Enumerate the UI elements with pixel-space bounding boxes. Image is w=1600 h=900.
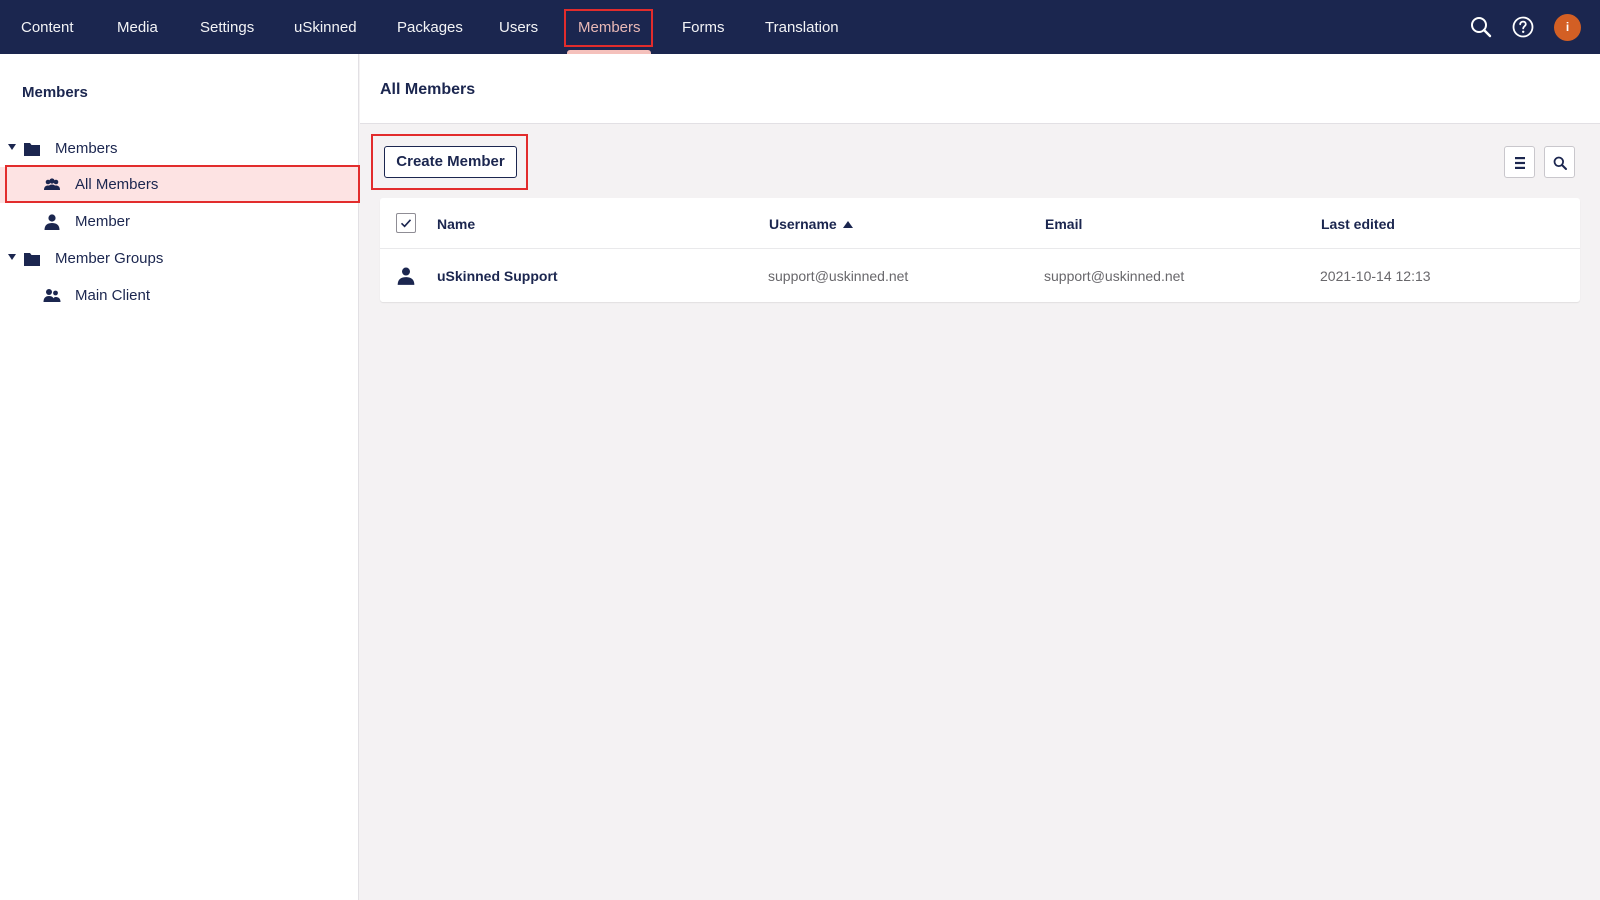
- select-all-checkbox[interactable]: [396, 213, 416, 233]
- nav-packages[interactable]: Packages: [397, 0, 463, 54]
- page-title: All Members: [380, 81, 476, 98]
- tree-item-member[interactable]: Member: [0, 204, 358, 240]
- member-email: support@uskinned.net: [1044, 268, 1185, 284]
- main-header: All Members: [360, 54, 1600, 124]
- tree-item-main-client[interactable]: Main Client: [0, 278, 358, 314]
- create-member-button[interactable]: Create Member: [384, 146, 517, 178]
- expand-caret-icon[interactable]: [8, 144, 16, 150]
- top-navigation: Content Media Settings uSkinned Packages…: [0, 0, 1600, 54]
- tree-item-label: Member Groups: [55, 250, 164, 267]
- member-name[interactable]: uSkinned Support: [437, 268, 558, 284]
- search-button[interactable]: [1544, 146, 1575, 178]
- member-username: support@uskinned.net: [768, 268, 909, 284]
- member-icon: [396, 266, 416, 286]
- search-icon[interactable]: [1469, 15, 1493, 39]
- member-group-icon: [43, 287, 61, 305]
- table-row[interactable]: uSkinned Support support@uskinned.net su…: [380, 250, 1580, 302]
- nav-uskinned[interactable]: uSkinned: [294, 0, 357, 54]
- tree-item-member-groups-folder[interactable]: Member Groups: [0, 241, 358, 277]
- column-header-email[interactable]: Email: [1045, 216, 1082, 232]
- nav-translation[interactable]: Translation: [765, 0, 839, 54]
- member-last-edited: 2021-10-14 12:13: [1320, 268, 1431, 284]
- members-nav-highlight: [564, 9, 653, 47]
- help-icon[interactable]: [1511, 15, 1535, 39]
- tree-item-label: Members: [55, 140, 118, 157]
- sidebar: Members Members All Members Member Membe…: [0, 54, 360, 900]
- sort-ascending-icon: [842, 221, 853, 228]
- sidebar-title: Members: [22, 84, 88, 101]
- expand-caret-icon[interactable]: [8, 254, 16, 260]
- tree-item-label: Main Client: [75, 287, 151, 304]
- column-header-label: Username: [769, 216, 837, 232]
- column-header-last-edited[interactable]: Last edited: [1321, 216, 1395, 232]
- tree-item-members-folder[interactable]: Members: [0, 131, 358, 167]
- tree-item-label: Member: [75, 213, 131, 230]
- list-view-icon: [1515, 157, 1525, 169]
- column-header-name[interactable]: Name: [437, 216, 475, 232]
- all-members-highlight: [5, 165, 360, 203]
- search-icon: [1553, 156, 1567, 170]
- members-table: Name Username Email Last edited uSkinned…: [380, 198, 1580, 302]
- list-view-button[interactable]: [1504, 146, 1535, 178]
- user-avatar[interactable]: i: [1554, 14, 1581, 41]
- folder-icon: [23, 250, 41, 268]
- member-icon: [43, 213, 61, 231]
- nav-media[interactable]: Media: [117, 0, 158, 54]
- nav-users[interactable]: Users: [499, 0, 538, 54]
- check-icon: [400, 219, 412, 228]
- folder-icon: [23, 140, 41, 158]
- nav-settings[interactable]: Settings: [200, 0, 254, 54]
- column-header-username[interactable]: Username: [769, 216, 853, 232]
- nav-forms[interactable]: Forms: [682, 0, 725, 54]
- table-header: Name Username Email Last edited: [380, 198, 1580, 249]
- nav-content[interactable]: Content: [21, 0, 74, 54]
